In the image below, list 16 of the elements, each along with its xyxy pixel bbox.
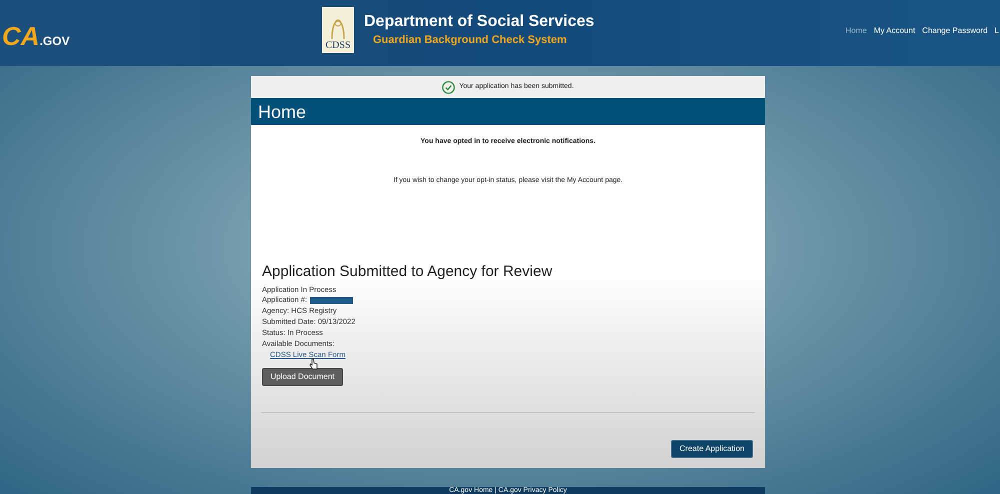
ca-gov-logo[interactable]: CA — [2, 23, 40, 49]
site-title: Department of Social Services — [364, 12, 594, 32]
nav-link[interactable]: Change Password — [922, 25, 988, 37]
hand-cursor-icon — [309, 358, 318, 370]
page-title: Home — [258, 102, 306, 120]
site-subtitle: Guardian Background Check System — [373, 33, 568, 48]
create-application-button[interactable]: Create Application — [671, 440, 753, 458]
check-circle-icon — [442, 80, 456, 94]
section-heading: Application Submitted to Agency for Review — [262, 262, 554, 282]
upload-document-button[interactable]: Upload Document — [262, 368, 343, 386]
nav-link[interactable]: L — [994, 25, 999, 37]
nav-link[interactable]: Home — [845, 25, 867, 37]
nav-link[interactable]: My Account — [874, 25, 916, 37]
redacted-block — [310, 296, 354, 304]
seal-text: CDSS — [325, 41, 350, 51]
ca-gov-logo-suffix: .GOV — [40, 35, 70, 47]
